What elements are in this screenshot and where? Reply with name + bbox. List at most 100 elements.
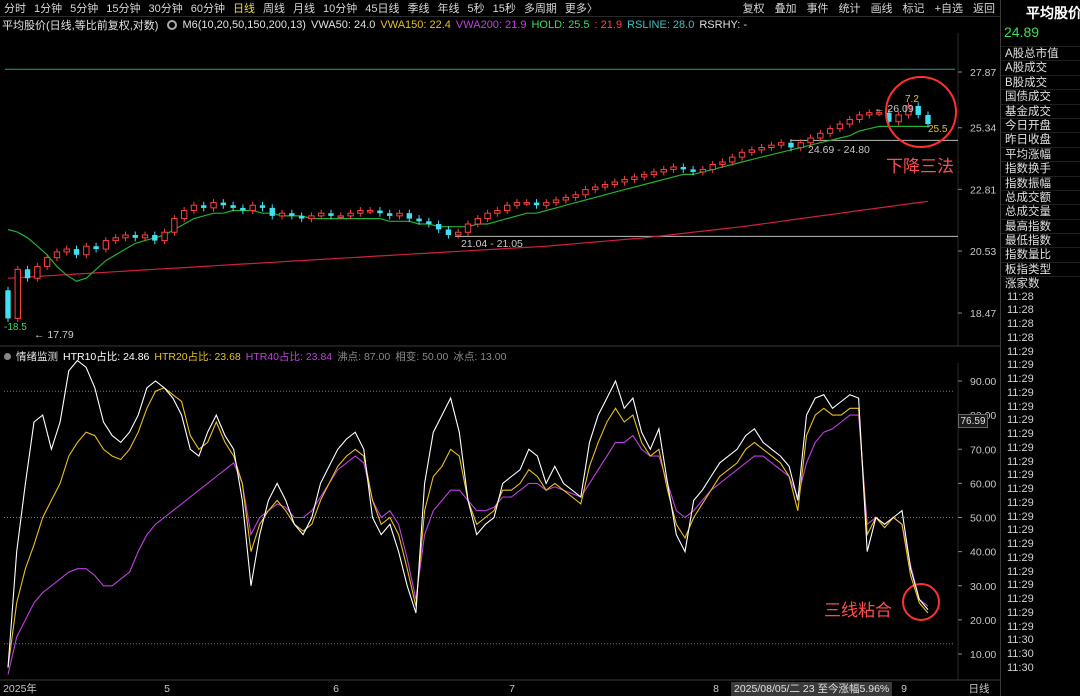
sidebar-item[interactable]: 指数换手 — [1001, 161, 1080, 175]
sidebar-time: 11:29 — [1007, 606, 1034, 619]
candle-body — [699, 168, 707, 173]
sidebar-time: 11:28 — [1007, 318, 1034, 331]
sidebar-time: 11:28 — [1007, 304, 1034, 317]
candle-body — [289, 213, 295, 216]
candle-body — [180, 210, 188, 220]
candle-body — [112, 237, 119, 242]
sidebar-item[interactable]: 总成交额 — [1001, 189, 1080, 204]
sidebar-item[interactable]: 基金成交 — [1001, 103, 1080, 118]
candle-body — [778, 142, 785, 146]
candle-body — [366, 210, 374, 213]
candle-body — [631, 176, 638, 180]
sidebar-item[interactable]: 最低指数 — [1001, 233, 1080, 247]
candle-body — [552, 199, 560, 204]
candle-body — [640, 173, 648, 178]
price-tick-label: 27.87 — [970, 67, 996, 79]
sidebar-time: 11:29 — [1007, 414, 1034, 427]
candle-body — [817, 132, 824, 139]
sidebar-item[interactable]: 指数振幅 — [1001, 175, 1080, 190]
candle-body — [484, 212, 491, 220]
candle-body — [171, 218, 178, 233]
x-tick-label: 2025年 — [3, 682, 37, 695]
candle-body — [503, 204, 511, 212]
sidebar-time: 11:29 — [1007, 496, 1034, 509]
candle-body — [387, 213, 393, 216]
candle-body — [768, 144, 775, 148]
candle-body — [543, 202, 550, 206]
candle-body — [455, 231, 462, 236]
price-tick-label: 20.53 — [970, 246, 996, 258]
sidebar-item[interactable]: 今日开盘 — [1001, 117, 1080, 132]
candle-body — [523, 202, 530, 205]
indicator-value-tag: 76.59 — [958, 414, 988, 428]
price-tick-label: 25.34 — [970, 123, 996, 135]
sidebar-item[interactable]: 平均涨幅 — [1001, 146, 1080, 161]
candle-body — [43, 257, 51, 267]
candle-body — [132, 235, 138, 238]
sidebar-item[interactable]: 最高指数 — [1001, 218, 1080, 233]
candle-body — [190, 204, 198, 212]
candle-body — [426, 221, 432, 225]
candle-body — [24, 269, 31, 279]
sidebar-item[interactable]: A股成交 — [1001, 60, 1080, 74]
indicator-tick-label: 40.00 — [970, 547, 996, 559]
sidebar-time: 11:30 — [1007, 661, 1034, 674]
range2-label: 24.69 - 24.80 — [808, 144, 870, 156]
candle-body — [357, 210, 364, 214]
sidebar-item[interactable]: A股总市值 — [1001, 46, 1080, 60]
annotation-three-lines-merge: 三线粘合 — [824, 601, 892, 620]
candle-body — [269, 207, 275, 216]
candle-body — [846, 118, 853, 125]
indicator-tick-label: 60.00 — [970, 478, 996, 490]
last-value-label: 25.5 — [928, 124, 948, 135]
sidebar-item[interactable]: 总成交量 — [1001, 204, 1080, 218]
sidebar-time: 11:30 — [1007, 648, 1034, 661]
candle-body — [758, 146, 765, 151]
candle-body — [259, 205, 266, 208]
sidebar-item[interactable]: 板指类型 — [1001, 261, 1080, 276]
candle-body — [719, 161, 726, 165]
sidebar-time: 11:29 — [1007, 359, 1034, 372]
sidebar-time: 11:29 — [1007, 441, 1034, 454]
candle-body — [122, 234, 129, 239]
sidebar-item[interactable]: 国债成交 — [1001, 89, 1080, 103]
sidebar-item[interactable]: B股成交 — [1001, 74, 1080, 89]
candle-body — [308, 215, 315, 220]
sidebar-item[interactable]: 指数量比 — [1001, 247, 1080, 261]
indicator-tick-label: 50.00 — [970, 513, 996, 525]
candle-body — [34, 265, 41, 279]
candle-body — [53, 251, 61, 259]
candle-body — [152, 235, 158, 241]
candle-body — [797, 142, 804, 148]
candle-body — [396, 212, 403, 217]
sidebar-item[interactable]: 昨日收盘 — [1001, 132, 1080, 146]
sidebar-item[interactable]: 涨家数 — [1001, 276, 1080, 290]
candle-body — [318, 212, 325, 217]
candle-body — [513, 202, 521, 206]
candle-body — [572, 194, 579, 198]
candle-body — [141, 234, 149, 239]
candle-body — [377, 210, 383, 214]
indicator-series-line — [7, 414, 929, 675]
low-left-label: -18.5 — [4, 322, 27, 333]
indicator-tick-label: 70.00 — [970, 444, 996, 456]
candle-body — [709, 163, 716, 170]
sidebar-time: 11:29 — [1007, 579, 1034, 592]
sidebar-time: 11:29 — [1007, 400, 1034, 413]
sidebar-time: 11:29 — [1007, 593, 1034, 606]
candle-body — [866, 112, 873, 116]
x-tick-label: 9 — [901, 683, 907, 695]
candle-body — [337, 215, 344, 218]
indicator-tick-label: 90.00 — [970, 376, 996, 388]
candle-body — [660, 168, 667, 173]
chart-canvas[interactable]: 27.8725.3422.8120.5318.4790.0080.0070.00… — [0, 0, 1000, 696]
sidebar-time: 11:29 — [1007, 565, 1034, 578]
sidebar-time: 11:29 — [1007, 551, 1034, 564]
candle-body — [278, 212, 286, 217]
candle-body — [249, 204, 256, 212]
sidebar-value: 24.89 — [1004, 24, 1040, 40]
low-price-label: ← 17.79 — [34, 329, 74, 341]
sidebar-time: 11:28 — [1007, 331, 1034, 344]
candle-body — [464, 223, 472, 233]
candle-body — [826, 128, 834, 134]
